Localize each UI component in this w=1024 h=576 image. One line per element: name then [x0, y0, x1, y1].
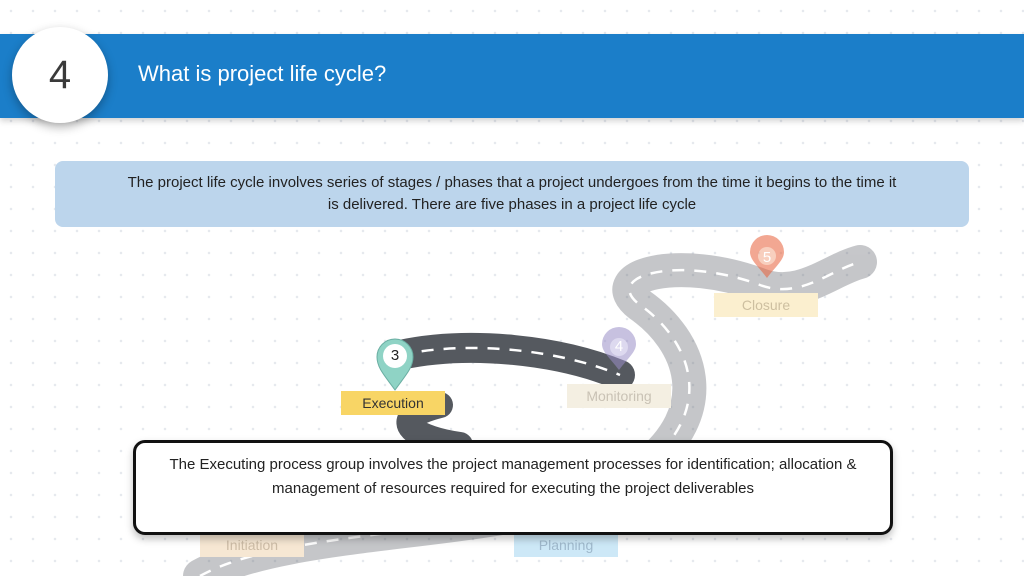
phase-label-closure: Closure: [714, 293, 818, 317]
phase-label-monitoring: Monitoring: [567, 384, 671, 408]
phase-detail-box: The Executing process group involves the…: [133, 440, 893, 535]
phase-number-4: 4: [614, 338, 624, 355]
phase-label-planning: Planning: [514, 533, 618, 557]
phase-detail-text: The Executing process group involves the…: [169, 456, 857, 497]
phase-number-5: 5: [762, 249, 772, 266]
road-active-segment: [385, 332, 635, 390]
phase-label-execution: Execution: [341, 391, 445, 415]
phase-number-3: 3: [390, 347, 400, 364]
phase-label-initiation: Initiation: [200, 533, 304, 557]
